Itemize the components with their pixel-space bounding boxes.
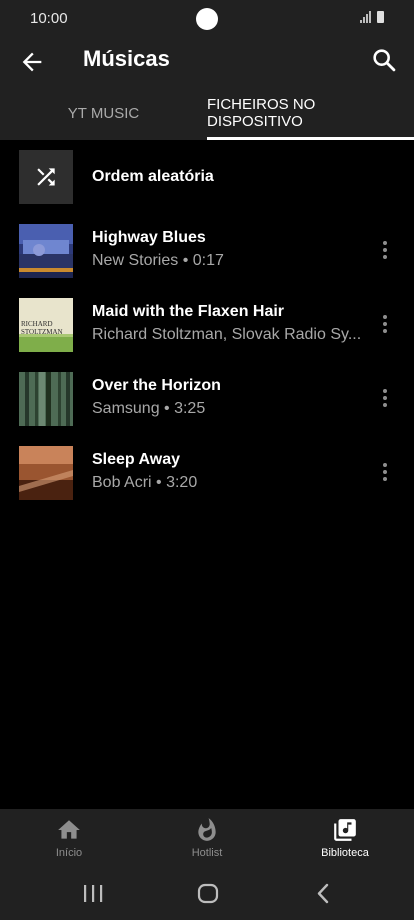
signal-icon <box>360 11 371 23</box>
tab-yt-music[interactable]: YT MUSIC <box>0 86 207 140</box>
shuffle-label: Ordem aleatória <box>92 168 214 185</box>
chevron-left-icon <box>317 883 329 904</box>
nav-label: Início <box>55 847 83 859</box>
track-title: Maid with the Flaxen Hair <box>92 303 285 320</box>
tab-bar: YT MUSIC FICHEIROS NO DISPOSITIVO <box>0 86 414 140</box>
nav-library[interactable]: Biblioteca <box>276 809 414 867</box>
track-row[interactable]: Highway Blues New Stories • 0:17 <box>0 221 414 281</box>
app-bar: Músicas <box>0 38 414 86</box>
track-subtitle: Bob Acri • 3:20 <box>92 474 198 491</box>
bottom-navigation: Início Hotlist Biblioteca <box>0 809 414 867</box>
tab-label: YT MUSIC <box>67 104 140 122</box>
search-icon <box>373 49 396 72</box>
more-vert-icon <box>383 389 387 393</box>
active-tab-indicator <box>207 137 414 140</box>
nav-home[interactable]: Início <box>0 809 138 867</box>
page-title: Músicas <box>83 46 170 71</box>
more-vert-icon <box>383 463 387 467</box>
tab-device-files[interactable]: FICHEIROS NO DISPOSITIVO <box>207 86 414 140</box>
home-icon <box>58 820 80 839</box>
track-row[interactable]: RICHARD STOLTZMAN Maid with the Flaxen H… <box>0 295 414 355</box>
album-art: RICHARD STOLTZMAN <box>19 298 73 352</box>
system-navigation-bar <box>0 867 414 920</box>
track-title: Over the Horizon <box>92 377 221 394</box>
album-art-text: RICHARD STOLTZMAN <box>21 320 63 336</box>
status-time: 10:00 <box>30 10 68 27</box>
library-icon <box>334 819 356 841</box>
recent-apps-icon <box>84 885 103 902</box>
track-title: Highway Blues <box>92 229 206 246</box>
track-row[interactable]: Over the Horizon Samsung • 3:25 <box>0 369 414 429</box>
track-subtitle: Richard Stoltzman, Slovak Radio Sy... <box>92 326 362 343</box>
system-back-button[interactable] <box>308 879 338 909</box>
track-row[interactable]: Sleep Away Bob Acri • 3:20 <box>0 443 414 503</box>
search-button[interactable] <box>370 46 398 74</box>
nav-label: Biblioteca <box>321 847 369 859</box>
more-options-button[interactable] <box>374 235 396 265</box>
track-title: Sleep Away <box>92 451 181 468</box>
status-bar: 10:00 <box>0 0 414 38</box>
tab-label: FICHEIROS NO DISPOSITIVO <box>207 96 316 130</box>
track-subtitle: Samsung • 3:25 <box>92 400 206 417</box>
album-art <box>19 372 73 426</box>
more-options-button[interactable] <box>374 309 396 339</box>
shuffle-icon <box>37 168 55 186</box>
nav-hotlist[interactable]: Hotlist <box>138 809 276 867</box>
flame-icon <box>198 818 216 841</box>
home-square-icon <box>197 883 219 904</box>
arrow-left-icon <box>22 52 42 72</box>
album-art <box>19 446 73 500</box>
camera-cutout <box>196 8 218 30</box>
more-vert-icon <box>383 241 387 245</box>
recent-apps-button[interactable] <box>78 879 108 909</box>
battery-icon <box>377 11 384 23</box>
more-vert-icon <box>383 315 387 319</box>
album-art <box>19 224 73 278</box>
track-subtitle: New Stories • 0:17 <box>92 252 224 269</box>
home-system-button[interactable] <box>193 879 223 909</box>
more-options-button[interactable] <box>374 383 396 413</box>
back-button[interactable] <box>18 48 46 76</box>
nav-label: Hotlist <box>191 847 223 859</box>
shuffle-all-button[interactable]: Ordem aleatória <box>0 148 414 206</box>
more-options-button[interactable] <box>374 457 396 487</box>
status-icons <box>360 11 384 23</box>
shuffle-tile <box>19 150 73 204</box>
